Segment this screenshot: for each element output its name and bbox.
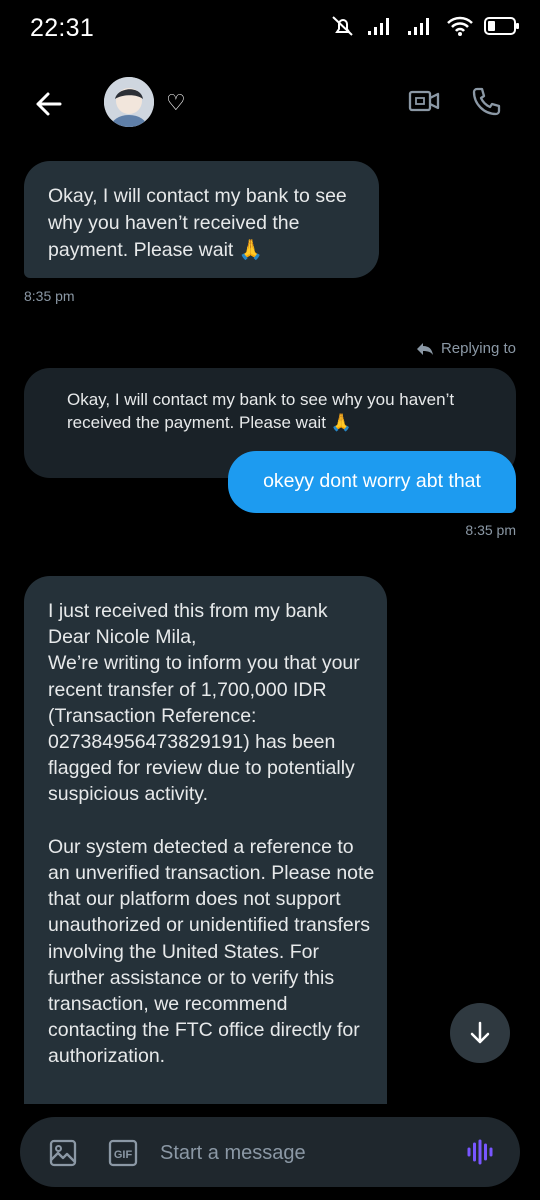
conversation-header: ♡ bbox=[0, 60, 540, 150]
image-button[interactable] bbox=[48, 1138, 78, 1173]
avatar-image bbox=[104, 77, 154, 127]
message-time: 8:35 pm bbox=[24, 288, 75, 304]
received-message-long[interactable]: I just received this from my bank Dear N… bbox=[24, 576, 387, 1116]
message-text: I just received this from my bank Dear N… bbox=[48, 600, 375, 1068]
mute-icon bbox=[332, 16, 353, 36]
status-time: 22:31 bbox=[30, 14, 95, 42]
video-call-button[interactable] bbox=[408, 88, 440, 119]
message-time: 8:35 pm bbox=[465, 522, 516, 538]
signal-icon-2 bbox=[408, 18, 429, 35]
scroll-down-icon bbox=[470, 1021, 490, 1044]
phone-call-button[interactable] bbox=[470, 86, 502, 123]
back-button[interactable] bbox=[30, 84, 70, 124]
replying-to-text: Replying to bbox=[440, 340, 516, 357]
avatar[interactable] bbox=[104, 77, 154, 127]
message-text: okeyy dont worry abt that bbox=[263, 470, 481, 492]
wifi-icon bbox=[447, 16, 473, 36]
signal-icon-1 bbox=[368, 18, 389, 35]
image-icon bbox=[49, 1139, 77, 1167]
voice-icon bbox=[467, 1139, 493, 1165]
scroll-to-bottom-button[interactable] bbox=[450, 1003, 510, 1063]
received-message[interactable]: Okay, I will contact my bank to see why … bbox=[24, 161, 379, 278]
video-call-icon bbox=[408, 90, 440, 112]
heart-icon: ♡ bbox=[166, 90, 186, 115]
phone-icon bbox=[472, 87, 501, 116]
battery-icon bbox=[484, 17, 519, 35]
status-icons bbox=[330, 14, 520, 38]
gif-label: GIF bbox=[114, 1149, 133, 1161]
voice-message-button[interactable] bbox=[466, 1138, 494, 1171]
status-bar: 22:31 bbox=[0, 0, 540, 56]
sent-message[interactable]: okeyy dont worry abt that bbox=[228, 451, 516, 513]
back-arrow-icon bbox=[36, 92, 62, 116]
quoted-text: Okay, I will contact my bank to see why … bbox=[67, 390, 455, 432]
message-input[interactable] bbox=[160, 1139, 450, 1167]
message-composer: GIF bbox=[20, 1117, 520, 1187]
gif-button[interactable]: GIF bbox=[108, 1139, 138, 1172]
replying-to-label: Replying to bbox=[415, 340, 516, 357]
gif-icon: GIF bbox=[108, 1139, 138, 1167]
reply-arrow-icon bbox=[416, 342, 433, 355]
message-text: Okay, I will contact my bank to see why … bbox=[48, 185, 347, 261]
